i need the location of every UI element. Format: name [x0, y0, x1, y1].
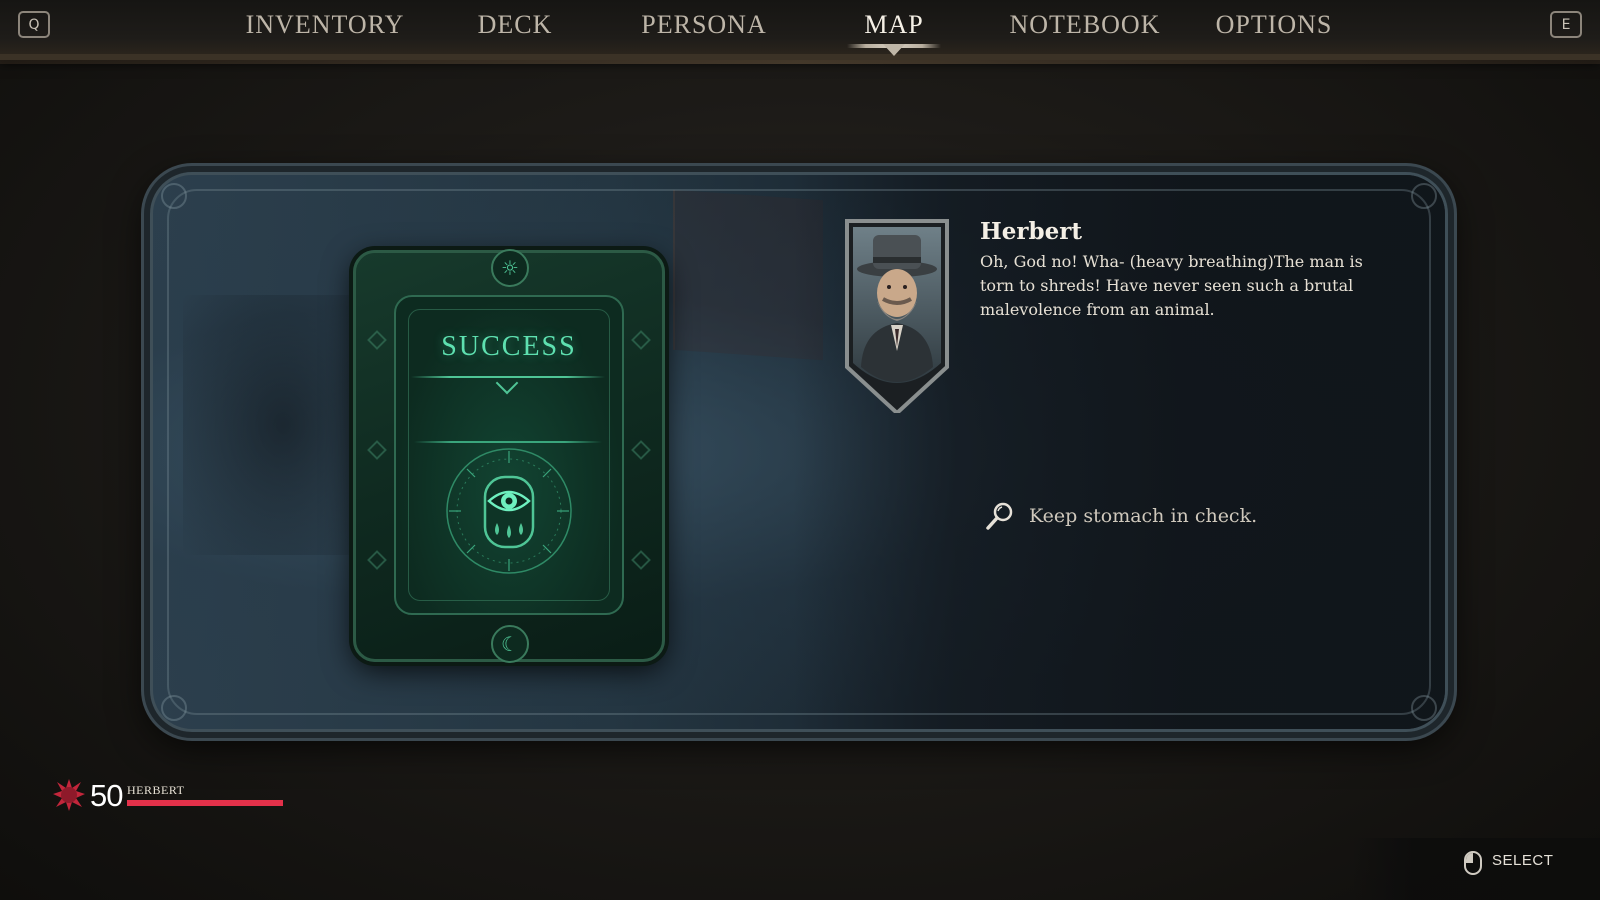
tab-notebook[interactable]: NOTEBOOK: [1010, 10, 1161, 40]
diamond-ornament-icon: [631, 440, 651, 460]
active-tab-caret-icon: [883, 44, 905, 56]
result-title: SUCCESS: [441, 331, 577, 362]
health-value: 50: [90, 778, 123, 813]
corner-ornament-icon: [161, 695, 187, 721]
mouse-icon: [1464, 851, 1482, 875]
character-health-hud: 50 HERBERT: [50, 776, 300, 820]
tab-inventory[interactable]: INVENTORY: [246, 10, 405, 40]
health-splatter-icon: [53, 779, 85, 811]
herbert-portrait: [845, 219, 949, 413]
moon-medallion-icon: ☾: [491, 625, 529, 663]
tab-persona[interactable]: PERSONA: [641, 10, 766, 40]
skill-check-option[interactable]: Keep stomach in check.: [985, 500, 1257, 532]
corner-ornament-icon: [161, 183, 187, 209]
corner-ornament-icon: [1411, 183, 1437, 209]
character-name: HERBERT: [127, 783, 185, 797]
corner-ornament-icon: [1411, 695, 1437, 721]
sun-medallion-icon: ☼: [491, 249, 529, 287]
diamond-ornament-icon: [631, 550, 651, 570]
health-bar: [127, 800, 283, 806]
tab-deck[interactable]: DECK: [478, 10, 553, 40]
dialogue-text: Oh, God no! Wha- (heavy breathing)The ma…: [980, 252, 1363, 319]
health-bar-fill: [127, 800, 283, 806]
select-label: SELECT: [1492, 852, 1554, 869]
magnifier-icon: [986, 502, 1013, 530]
diamond-ornament-icon: [367, 550, 387, 570]
tab-map[interactable]: MAP: [864, 10, 923, 40]
tab-options[interactable]: OPTIONS: [1216, 10, 1333, 40]
select-control-hint[interactable]: SELECT: [1352, 838, 1600, 900]
top-nav-bar: Q INVENTORY DECK PERSONA MAP NOTEBOOK OP…: [0, 0, 1600, 64]
skill-check-text: Keep stomach in check.: [1029, 505, 1258, 527]
eye-tears-icon: [446, 448, 572, 574]
diamond-ornament-icon: [367, 440, 387, 460]
next-tab-key-hint[interactable]: E: [1550, 11, 1582, 38]
prev-tab-key-hint[interactable]: Q: [18, 11, 50, 38]
result-card: ☼ ☾ SUCCESS: [353, 249, 665, 663]
speaker-name: Herbert: [980, 218, 1082, 245]
